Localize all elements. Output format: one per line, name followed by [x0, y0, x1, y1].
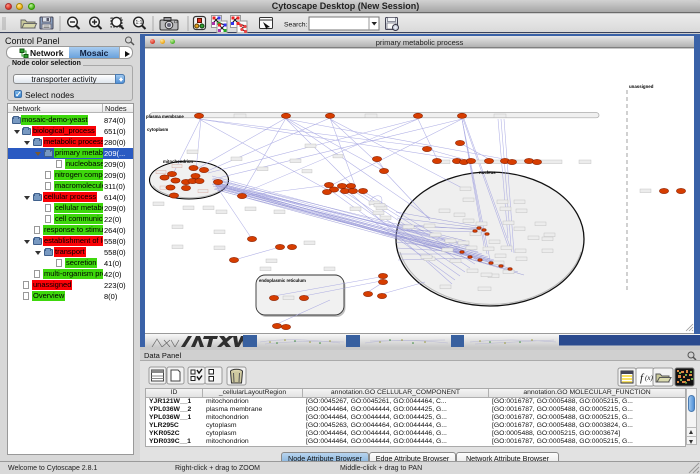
svg-text:Search:: Search: [284, 22, 308, 29]
svg-text:cytoplasm: cytoplasm [147, 127, 168, 132]
svg-text:(x): (x) [645, 374, 653, 382]
svg-text:plasma membrane: plasma membrane [146, 114, 184, 119]
svg-text:1:1: 1:1 [136, 20, 143, 26]
svg-text:nucleus: nucleus [479, 170, 496, 175]
svg-text:unassigned: unassigned [629, 84, 654, 89]
svg-text:endoplasmic reticulum: endoplasmic reticulum [259, 278, 306, 283]
svg-text:mitochondrion: mitochondrion [163, 159, 193, 164]
